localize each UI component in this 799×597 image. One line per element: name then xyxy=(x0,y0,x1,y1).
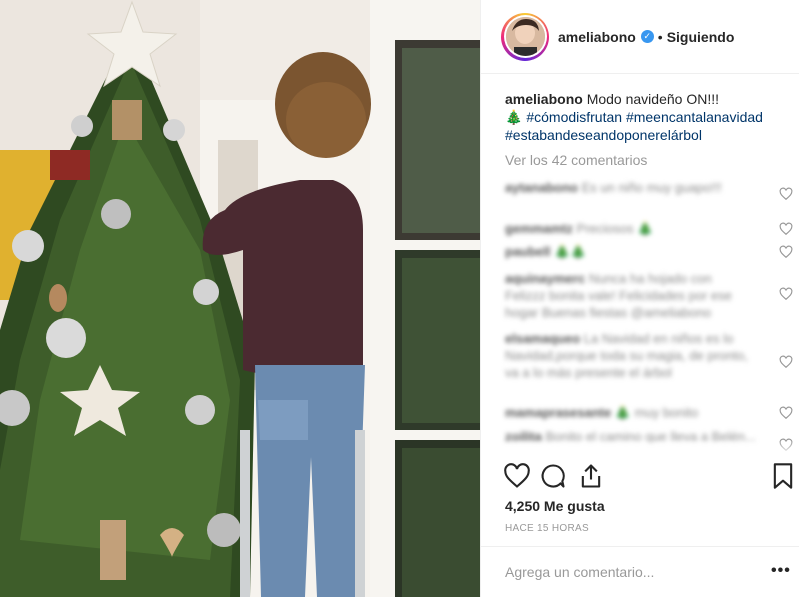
comment-like-icon[interactable] xyxy=(779,222,793,236)
comment-like-icon[interactable] xyxy=(779,245,793,259)
bookmark-icon[interactable] xyxy=(769,462,797,490)
separator-dot: • xyxy=(657,28,663,45)
comment-text: Preciosos 🎄 xyxy=(576,221,654,236)
comment-text: Es un niño muy guapo!!! xyxy=(581,180,722,195)
comment-item: aquinaymerc Nunca ha hojado con Felizzz … xyxy=(505,270,755,322)
comment-item: paubell 🎄🎄 xyxy=(505,243,755,260)
action-bar xyxy=(501,462,799,492)
story-ring[interactable] xyxy=(501,12,549,61)
comment-input[interactable] xyxy=(505,564,745,580)
comment-text: 🎄🎄 xyxy=(554,244,587,259)
comment-like-icon[interactable] xyxy=(779,406,793,420)
more-options-icon[interactable]: ••• xyxy=(771,562,791,580)
comment-item: mamaprasesante 🎄 muy bonito xyxy=(505,404,755,421)
comment-username[interactable]: aytanabono xyxy=(505,180,578,195)
comment-username[interactable]: mamaprasesante xyxy=(505,405,611,420)
header-username[interactable]: ameliabono xyxy=(558,29,636,45)
comment-item: aytanabono Es un niño muy guapo!!! xyxy=(505,179,755,196)
comment-item: gemmamtz Preciosos 🎄 xyxy=(505,220,755,237)
tree-emoji: 🎄 xyxy=(505,109,523,125)
christmas-tree-photo xyxy=(0,0,480,597)
avatar xyxy=(505,17,545,56)
add-comment-bar: ••• xyxy=(481,546,799,597)
caption-username[interactable]: ameliabono xyxy=(505,91,583,107)
caption-text: Modo navideño ON!!! xyxy=(586,91,719,107)
post-header: ameliabono ✓ • Siguiendo xyxy=(481,0,799,74)
comment-item: elsamaqueo La Navidad en niños es lo Nav… xyxy=(505,330,755,382)
hashtag-link[interactable]: #estabandeseandoponerelárbol xyxy=(505,127,702,143)
post-timestamp[interactable]: HACE 15 HORAS xyxy=(505,523,589,534)
comment-bubble-icon[interactable] xyxy=(539,462,567,490)
comment-username[interactable]: gemmamtz xyxy=(505,221,573,236)
verified-badge-icon: ✓ xyxy=(640,30,654,43)
hashtag-link[interactable]: #meencantalanavidad xyxy=(626,109,763,125)
comment-username[interactable]: paubell xyxy=(505,244,551,259)
like-heart-icon[interactable] xyxy=(503,462,531,490)
post-side-panel: ameliabono ✓ • Siguiendo ameliabono Modo… xyxy=(480,0,799,597)
comment-username[interactable]: aquinaymerc xyxy=(505,271,585,286)
comment-like-icon[interactable] xyxy=(779,187,793,201)
avatar-image xyxy=(505,17,545,56)
following-button[interactable]: Siguiendo xyxy=(667,29,735,45)
comment-like-icon[interactable] xyxy=(779,355,793,369)
caption: ameliabono Modo navideño ON!!! 🎄 #cómodi… xyxy=(505,90,787,144)
comments-fade xyxy=(481,440,799,456)
comment-like-icon[interactable] xyxy=(779,287,793,301)
comment-username[interactable]: elsamaqueo xyxy=(505,331,580,346)
post-photo[interactable] xyxy=(0,0,480,597)
share-icon[interactable] xyxy=(577,462,605,490)
hashtag-link[interactable]: #cómodisfrutan xyxy=(526,109,622,125)
view-all-comments-link[interactable]: Ver los 42 comentarios xyxy=(505,152,647,168)
comment-text: 🎄 muy bonito xyxy=(614,405,699,420)
likes-count[interactable]: 4,250 Me gusta xyxy=(505,498,605,514)
